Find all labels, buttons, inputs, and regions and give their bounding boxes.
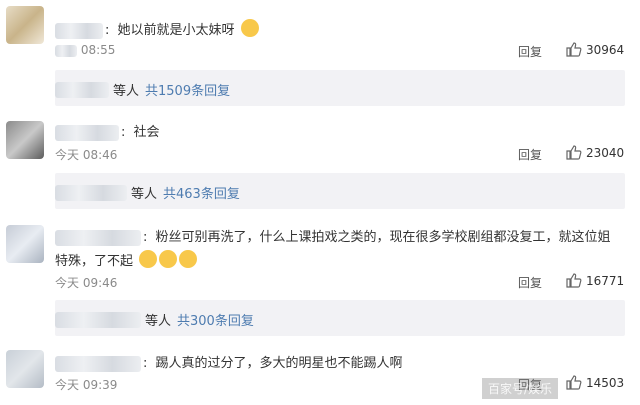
avatar[interactable] — [6, 350, 44, 388]
username-blurred[interactable] — [55, 355, 141, 372]
comment-body: : 踢人真的过分了，多大的明星也不能踢人啊 — [55, 352, 403, 372]
comment-text-line2: 特殊，了不起 — [55, 254, 134, 269]
avatar[interactable] — [6, 225, 44, 263]
face-emoji-icon — [139, 250, 158, 268]
like-count: 30964 — [586, 42, 625, 57]
sub-replies-users: 等人 — [113, 84, 140, 99]
thumbs-up-icon — [566, 145, 582, 160]
comment-time: 今天 09:46 — [55, 276, 118, 290]
reply-button[interactable]: 回复 — [518, 146, 542, 163]
like-button[interactable]: 16771 — [566, 273, 624, 288]
face-emoji-icon — [159, 250, 178, 268]
thumbs-up-icon — [566, 375, 582, 390]
comment-time: 今天 08:46 — [55, 148, 118, 162]
comment-text: 踢人真的过分了，多大的明星也不能踢人啊 — [155, 356, 403, 371]
comment-body: : 她以前就是小太妹呀 — [55, 19, 259, 39]
username-blurred[interactable] — [55, 229, 141, 246]
watermark: 百家号/娱乐 — [482, 378, 559, 399]
sub-replies-users: 等人 — [145, 314, 172, 329]
like-count: 23040 — [586, 145, 625, 160]
sub-replies-link[interactable]: 共463条回复 — [163, 183, 240, 202]
comment-time: 今天 09:39 — [55, 378, 118, 392]
face-emoji-icon — [240, 19, 259, 37]
sub-replies-link[interactable]: 共1509条回复 — [145, 80, 230, 99]
sub-replies-bar: 等人 共463条回复 — [55, 173, 625, 209]
sub-replies-link[interactable]: 共300条回复 — [177, 310, 254, 329]
thumbs-up-icon — [566, 273, 582, 288]
comment-body: : 社会 — [55, 121, 160, 141]
comment-body: : 粉丝可别再洗了，什么上课拍戏之类的，现在很多学校剧组都没复工，就这位姐 — [55, 226, 611, 246]
avatar[interactable] — [6, 121, 44, 159]
comment-text: 她以前就是小太妹呀 — [117, 23, 235, 38]
sub-replies-bar: 等人 共1509条回复 — [55, 70, 625, 106]
face-emoji-icon — [179, 250, 198, 268]
avatar[interactable] — [6, 6, 44, 44]
like-count: 14503 — [586, 375, 625, 390]
thumbs-up-icon — [566, 42, 582, 57]
sub-replies-bar: 等人 共300条回复 — [55, 300, 625, 336]
username-blurred[interactable] — [55, 22, 103, 39]
comment-text: 社会 — [133, 125, 160, 140]
reply-button[interactable]: 回复 — [518, 43, 542, 60]
like-button[interactable]: 23040 — [566, 145, 624, 160]
reply-button[interactable]: 回复 — [518, 274, 542, 291]
comment-time: 08:55 — [55, 43, 115, 57]
sub-replies-users: 等人 — [131, 187, 158, 202]
like-button[interactable]: 14503 — [566, 375, 624, 390]
comment-text-line1: 粉丝可别再洗了，什么上课拍戏之类的，现在很多学校剧组都没复工，就这位姐 — [155, 230, 611, 245]
comment-body-cont: 特殊，了不起 — [55, 250, 198, 269]
username-blurred[interactable] — [55, 124, 119, 141]
like-button[interactable]: 30964 — [566, 42, 624, 57]
like-count: 16771 — [586, 273, 625, 288]
